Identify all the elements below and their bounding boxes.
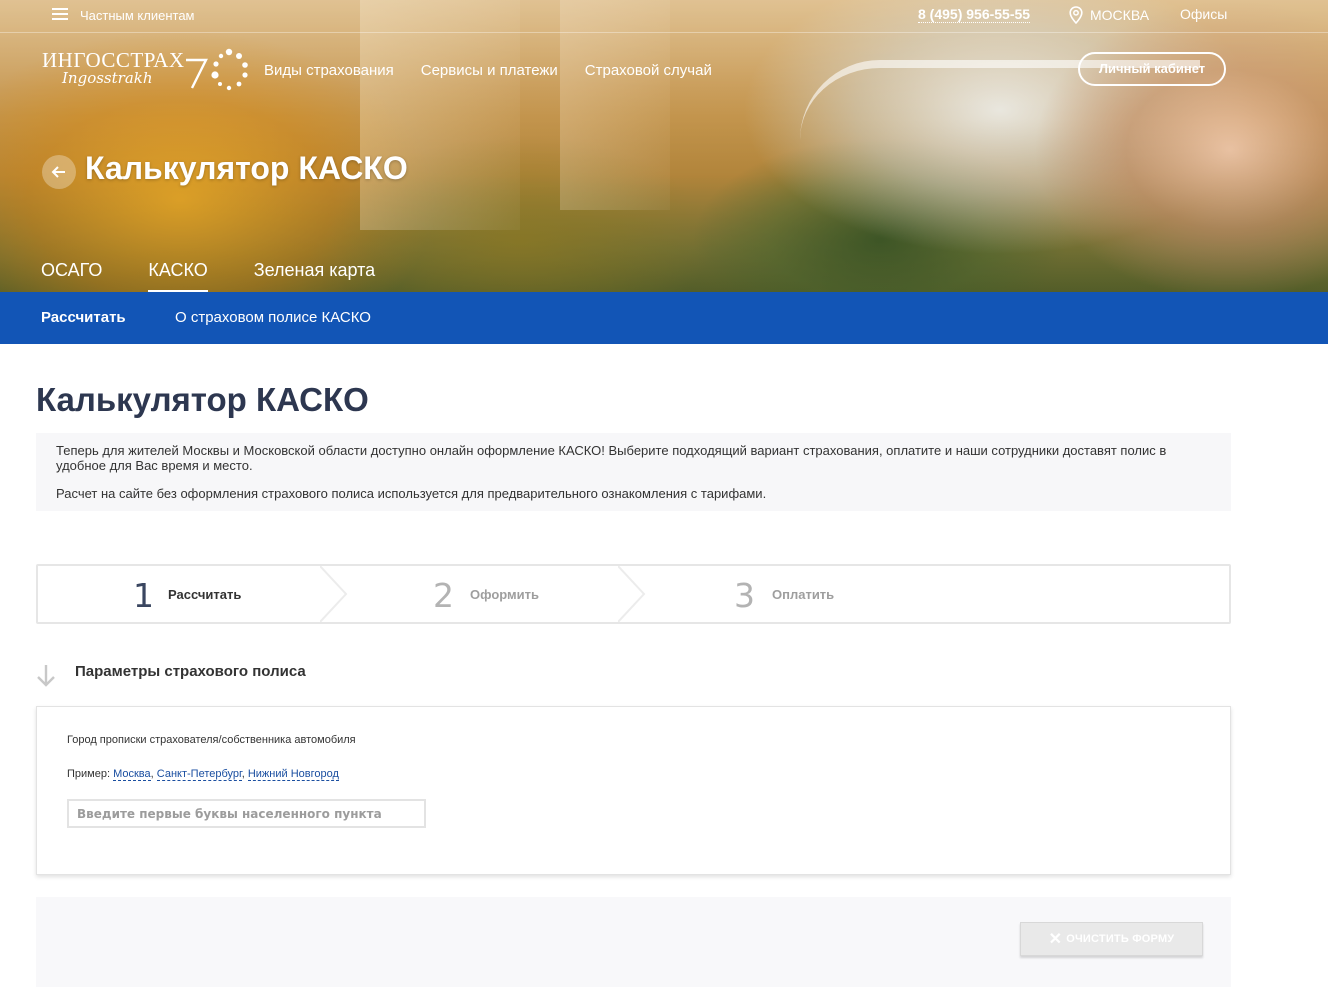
step-issue: 2 Оформить <box>338 566 638 622</box>
company-logo[interactable]: ИНГОССТРАХ Ingosstrakh <box>42 48 185 87</box>
tab-osago[interactable]: ОСАГО <box>41 260 102 292</box>
location-pin-icon <box>1068 6 1084 29</box>
policy-params-form: Город прописки страхователя/собственника… <box>36 706 1231 875</box>
arrow-left-icon <box>51 166 65 178</box>
form-actions-bar: ✕ ОЧИСТИТЬ ФОРМУ <box>36 897 1231 987</box>
step-number: 2 <box>433 576 454 615</box>
city-selector[interactable]: МОСКВА <box>1090 7 1149 23</box>
step-label: Оформить <box>470 587 539 602</box>
clear-form-label: ОЧИСТИТЬ ФОРМУ <box>1066 933 1175 945</box>
section-title: Параметры страхового полиса <box>75 663 306 680</box>
menu-icon[interactable] <box>52 8 68 20</box>
step-label: Рассчитать <box>168 587 242 602</box>
hero-banner: Частным клиентам 8 (495) 956-55-55 МОСКВ… <box>0 0 1328 292</box>
city-input[interactable] <box>67 799 426 828</box>
offices-link[interactable]: Офисы <box>1180 6 1227 22</box>
step-pay: 3 Оплатить <box>638 566 938 622</box>
phone-link[interactable]: 8 (495) 956-55-55 <box>918 6 1031 23</box>
anniversary-70-logo <box>186 48 248 91</box>
back-button[interactable] <box>42 155 76 189</box>
tab-kasko[interactable]: КАСКО <box>148 260 208 292</box>
tab-green-card[interactable]: Зеленая карта <box>254 260 375 292</box>
top-bar: Частным клиентам 8 (495) 956-55-55 МОСКВ… <box>0 0 1328 33</box>
info-paragraph: Теперь для жителей Москвы и Московской о… <box>56 443 1167 473</box>
close-icon: ✕ <box>1048 931 1063 948</box>
nav-insured-event[interactable]: Страховой случай <box>585 62 712 79</box>
examples-prefix: Пример: <box>67 768 111 780</box>
subnav-calculate[interactable]: Рассчитать <box>41 309 126 326</box>
step-number: 1 <box>133 576 154 615</box>
step-number: 3 <box>734 576 755 615</box>
example-link-spb[interactable]: Санкт-Петербург <box>156 768 242 781</box>
city-examples: Пример: Москва, Санкт-Петербург, Нижний … <box>67 768 339 781</box>
subnav-about-kasko[interactable]: О страховом полисе КАСКО <box>175 309 371 326</box>
hero-title: Калькулятор КАСКО <box>85 150 408 186</box>
main-navigation: Виды страхования Сервисы и платежи Страх… <box>264 62 712 79</box>
example-link-moscow[interactable]: Москва <box>113 768 151 781</box>
step-calculate: 1 Рассчитать <box>38 566 338 622</box>
private-clients-link[interactable]: Частным клиентам <box>80 8 195 23</box>
nav-insurance-types[interactable]: Виды страхования <box>264 62 394 79</box>
clear-form-button[interactable]: ✕ ОЧИСТИТЬ ФОРМУ <box>1020 922 1203 956</box>
product-tabs: ОСАГО КАСКО Зеленая карта <box>41 260 375 292</box>
example-link-nn[interactable]: Нижний Новгород <box>247 768 339 781</box>
nav-services-payments[interactable]: Сервисы и платежи <box>421 62 558 79</box>
step-progress: 1 Рассчитать 2 Оформить 3 Оплатить <box>36 564 1231 624</box>
arrow-down-icon <box>34 663 58 694</box>
info-box: Теперь для жителей Москвы и Московской о… <box>36 433 1231 511</box>
city-field-label: Город прописки страхователя/собственника… <box>67 734 356 746</box>
sub-navigation: Рассчитать О страховом полисе КАСКО <box>0 292 1328 344</box>
info-paragraph: Расчет на сайте без оформления страховог… <box>56 486 767 501</box>
page-title: Калькулятор КАСКО <box>36 381 369 418</box>
step-label: Оплатить <box>772 587 835 602</box>
personal-cabinet-button[interactable]: Личный кабинет <box>1078 52 1226 86</box>
